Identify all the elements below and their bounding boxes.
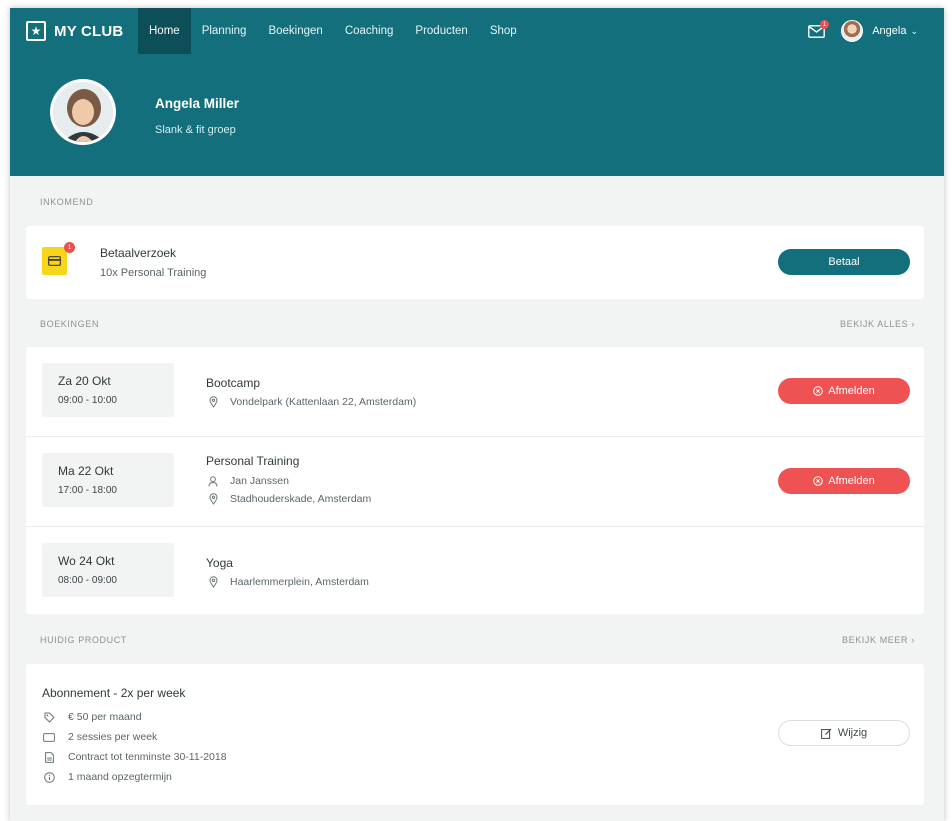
booking-day: Za 20 Okt — [58, 374, 111, 388]
edit-icon — [820, 728, 832, 739]
product-notice: 1 maand opzegtermijn — [42, 771, 172, 783]
edit-product-button[interactable]: Wijzig — [778, 720, 910, 746]
edit-product-label: Wijzig — [837, 727, 868, 739]
product-title: Abonnement - 2x per week — [42, 686, 186, 700]
booking-location-text: Haarlemmerplein, Amsterdam — [230, 576, 369, 588]
app-frame: ★ MY CLUB Home Planning Boekingen Coachi… — [10, 8, 944, 821]
incoming-title: Betaalverzoek — [100, 246, 177, 260]
main-nav: Home Planning Boekingen Coaching Product… — [138, 8, 528, 54]
info-icon — [42, 771, 56, 783]
nav-item-producten[interactable]: Producten — [404, 8, 478, 54]
booking-row: Za 20 Okt 09:00 - 10:00 Bootcamp Vondelp… — [26, 347, 924, 437]
nav-right: 1 Angela ⌄ — [805, 8, 918, 54]
booking-title: Personal Training — [206, 454, 300, 468]
booking-time: 17:00 - 18:00 — [58, 485, 117, 496]
price-tag-icon — [42, 712, 56, 723]
incoming-card: 1 Betaalverzoek 10x Personal Training Be… — [26, 226, 924, 299]
star-icon: ★ — [26, 21, 46, 41]
profile-avatar — [50, 79, 116, 145]
section-label-incoming: INKOMEND — [40, 197, 94, 207]
top-navbar: ★ MY CLUB Home Planning Boekingen Coachi… — [10, 8, 944, 54]
location-pin-icon — [206, 576, 220, 588]
bookings-card: Za 20 Okt 09:00 - 10:00 Bootcamp Vondelp… — [26, 347, 924, 614]
cancel-booking-button[interactable]: Afmelden — [778, 378, 910, 404]
product-sessions: 2 sessies per week — [42, 731, 157, 743]
product-price-text: € 50 per maand — [68, 711, 142, 723]
booking-date: Za 20 Okt 09:00 - 10:00 — [42, 363, 174, 417]
booking-location-text: Stadhouderskade, Amsterdam — [230, 493, 372, 505]
user-menu-name: Angela — [872, 25, 907, 37]
booking-location-text: Vondelpark (Kattenlaan 22, Amsterdam) — [230, 396, 417, 408]
view-all-bookings-link[interactable]: BEKIJK ALLES › — [840, 319, 915, 329]
section-label-bookings: BOEKINGEN — [40, 319, 99, 329]
ticket-icon — [42, 732, 56, 742]
incoming-description: 10x Personal Training — [100, 267, 207, 279]
location-pin-icon — [206, 493, 220, 505]
booking-location: Haarlemmerplein, Amsterdam — [206, 576, 369, 588]
mail-button[interactable]: 1 — [805, 20, 830, 42]
booking-title: Yoga — [206, 556, 233, 570]
cancel-booking-label: Afmelden — [828, 385, 875, 397]
booking-trainer-text: Jan Janssen — [230, 475, 289, 487]
profile-group: Slank & fit groep — [155, 124, 236, 136]
booking-location: Vondelpark (Kattenlaan 22, Amsterdam) — [206, 396, 416, 408]
cancel-booking-button[interactable]: Afmelden — [778, 468, 910, 494]
user-menu[interactable]: Angela ⌄ — [841, 20, 918, 42]
nav-item-planning[interactable]: Planning — [191, 8, 258, 54]
nav-item-boekingen[interactable]: Boekingen — [257, 8, 333, 54]
booking-day: Ma 22 Okt — [58, 464, 114, 478]
person-icon — [206, 475, 220, 487]
pay-button[interactable]: Betaal — [778, 249, 910, 275]
booking-trainer: Jan Janssen — [206, 475, 289, 487]
mail-badge: 1 — [820, 20, 830, 29]
booking-time: 09:00 - 10:00 — [58, 395, 117, 406]
nav-item-coaching[interactable]: Coaching — [334, 8, 405, 54]
nav-item-home[interactable]: Home — [138, 8, 191, 54]
booking-row: Wo 24 Okt 08:00 - 09:00 Yoga Haarlemmerp… — [26, 527, 924, 614]
cancel-circle-icon — [813, 476, 824, 486]
header-band: ★ MY CLUB Home Planning Boekingen Coachi… — [10, 8, 944, 176]
app-name: MY CLUB — [54, 22, 124, 40]
payment-card-icon — [42, 247, 67, 275]
cancel-circle-icon — [813, 386, 824, 396]
profile-header: Angela Miller Slank & fit groep — [10, 54, 944, 176]
document-icon — [42, 751, 56, 763]
product-price: € 50 per maand — [42, 711, 142, 723]
product-sessions-text: 2 sessies per week — [68, 731, 158, 743]
view-more-product-link[interactable]: BEKIJK MEER › — [842, 635, 915, 645]
booking-time: 08:00 - 09:00 — [58, 575, 117, 586]
notification-badge: 1 — [64, 242, 75, 253]
booking-date: Ma 22 Okt 17:00 - 18:00 — [42, 453, 174, 507]
booking-date: Wo 24 Okt 08:00 - 09:00 — [42, 543, 174, 597]
product-contract-text: Contract tot tenminste 30-11-2018 — [68, 751, 227, 763]
chevron-down-icon: ⌄ — [910, 25, 918, 36]
booking-day: Wo 24 Okt — [58, 554, 115, 568]
section-label-product: HUIDIG PRODUCT — [40, 635, 127, 645]
booking-row: Ma 22 Okt 17:00 - 18:00 Personal Trainin… — [26, 437, 924, 527]
location-pin-icon — [206, 396, 220, 408]
booking-location: Stadhouderskade, Amsterdam — [206, 493, 371, 505]
product-card: Abonnement - 2x per week € 50 per maand … — [26, 664, 924, 805]
profile-name: Angela Miller — [155, 96, 240, 111]
booking-title: Bootcamp — [206, 376, 261, 390]
app-logo[interactable]: ★ MY CLUB — [26, 20, 123, 42]
nav-item-shop[interactable]: Shop — [479, 8, 528, 54]
product-notice-text: 1 maand opzegtermijn — [68, 771, 172, 783]
avatar — [841, 20, 864, 42]
cancel-booking-label: Afmelden — [828, 475, 875, 487]
product-contract: Contract tot tenminste 30-11-2018 — [42, 751, 227, 763]
